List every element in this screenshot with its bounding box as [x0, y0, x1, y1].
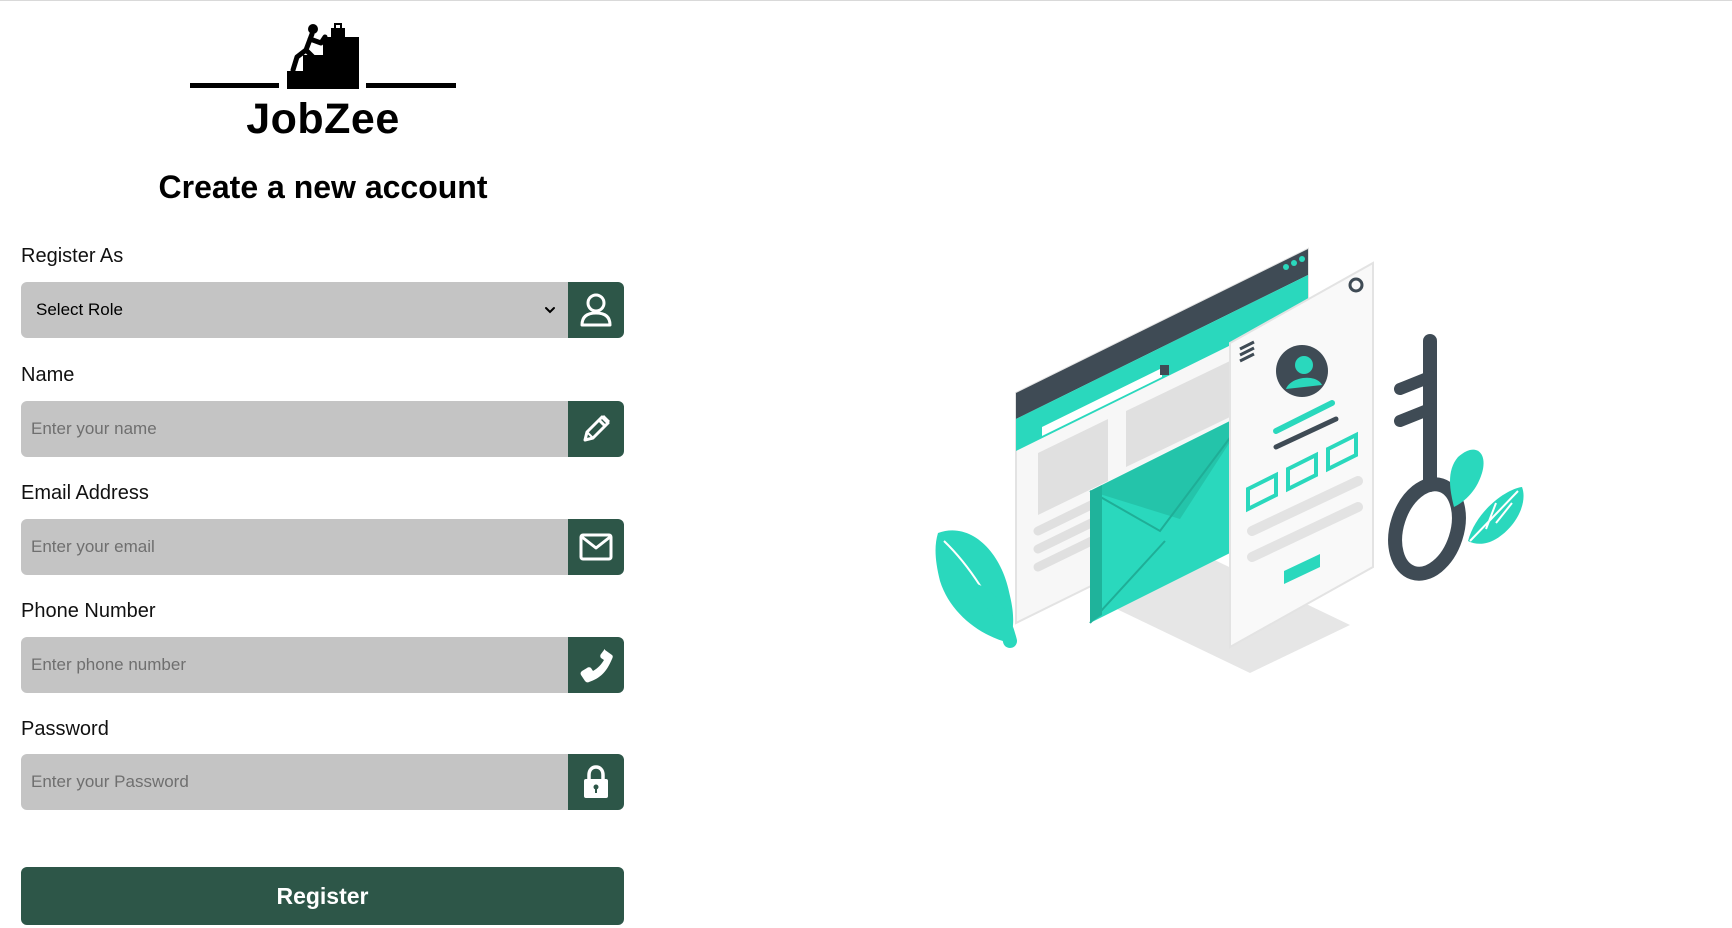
signup-illustration — [935, 247, 1524, 673]
phone-icon-box — [568, 637, 624, 693]
role-select-value: Select Role — [36, 300, 123, 319]
lock-icon-box — [568, 754, 624, 810]
envelope-icon — [579, 533, 613, 561]
user-icon-box — [568, 282, 624, 338]
phone-icon — [580, 649, 613, 683]
pencil-icon-box — [568, 401, 624, 457]
name-label: Name — [21, 364, 75, 386]
brand-name: JobZee — [246, 95, 400, 143]
role-field: Select Role — [21, 282, 624, 338]
chevron-down-icon — [545, 307, 555, 314]
email-input[interactable] — [21, 519, 568, 575]
phone-label: Phone Number — [21, 600, 156, 622]
climber-stairs-icon — [287, 23, 359, 89]
password-label: Password — [21, 718, 109, 740]
phone-field — [21, 637, 624, 693]
register-button[interactable]: Register — [21, 867, 624, 925]
brand-logo: JobZee — [190, 23, 456, 143]
form-title: Create a new account — [158, 169, 488, 205]
envelope-icon-box — [568, 519, 624, 575]
lock-icon — [584, 765, 608, 798]
email-label: Email Address — [21, 482, 149, 504]
role-label: Register As — [21, 245, 124, 267]
logo-line-right — [366, 83, 456, 88]
pencil-icon — [583, 415, 610, 442]
password-input[interactable] — [21, 754, 568, 810]
password-field — [21, 754, 624, 810]
email-field — [21, 519, 624, 575]
role-select[interactable]: Select Role — [21, 282, 568, 338]
left-leaf-illustration — [935, 530, 1017, 648]
phone-input[interactable] — [21, 637, 568, 693]
register-panel: JobZee Create a new account Register As … — [0, 1, 646, 928]
name-field — [21, 401, 624, 457]
name-input[interactable] — [21, 401, 568, 457]
user-icon — [580, 293, 612, 327]
logo-line-left — [190, 83, 279, 88]
